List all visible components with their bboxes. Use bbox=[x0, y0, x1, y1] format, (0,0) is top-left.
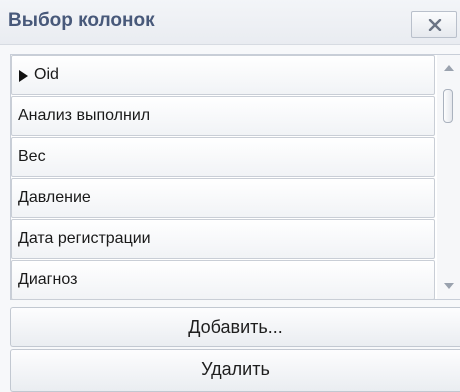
list-item-label: Дата регистрации bbox=[18, 230, 151, 247]
column-list-rows: Oid Анализ выполнил Вес Давление Дата ре… bbox=[11, 55, 435, 301]
scroll-up-arrow-icon[interactable] bbox=[444, 65, 454, 71]
list-item-label: Давление bbox=[18, 189, 91, 206]
column-chooser-dialog: Выбор колонок Oid Анализ выполнил Вес Да… bbox=[0, 0, 460, 392]
add-button[interactable]: Добавить... bbox=[10, 307, 460, 347]
remove-button[interactable]: Удалить bbox=[10, 349, 460, 392]
vertical-scrollbar[interactable] bbox=[437, 55, 460, 299]
list-item[interactable]: Oid bbox=[11, 55, 435, 95]
list-item-label: Анализ выполнил bbox=[18, 107, 151, 124]
list-item-label: Диагноз bbox=[18, 271, 78, 288]
list-item[interactable]: Анализ выполнил bbox=[11, 96, 435, 136]
scrollbar-thumb[interactable] bbox=[443, 89, 453, 123]
title-bar[interactable]: Выбор колонок bbox=[0, 0, 460, 45]
close-button[interactable] bbox=[411, 11, 457, 38]
dialog-title: Выбор колонок bbox=[8, 10, 155, 31]
list-item[interactable]: Вес bbox=[11, 137, 435, 177]
list-item-label: Oid bbox=[34, 66, 59, 83]
close-icon bbox=[428, 19, 442, 31]
current-row-arrow-icon bbox=[19, 70, 28, 82]
list-item[interactable]: Давление bbox=[11, 178, 435, 218]
scroll-down-arrow-icon[interactable] bbox=[444, 283, 454, 289]
list-item[interactable]: Дата регистрации bbox=[11, 219, 435, 259]
list-item-label: Вес bbox=[18, 148, 46, 165]
list-item[interactable]: Диагноз bbox=[11, 260, 435, 300]
column-list: Oid Анализ выполнил Вес Давление Дата ре… bbox=[10, 54, 460, 300]
